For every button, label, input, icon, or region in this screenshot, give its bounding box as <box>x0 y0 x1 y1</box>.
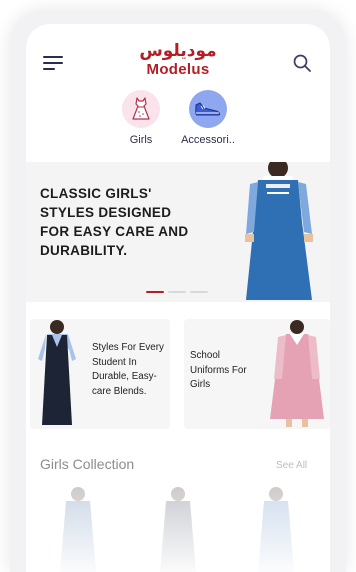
fade-overlay <box>26 486 330 572</box>
carousel-dot[interactable] <box>190 291 208 293</box>
hero-banner[interactable]: CLASSIC GIRLS' STYLES DESIGNED FOR EASY … <box>26 162 330 302</box>
search-icon[interactable] <box>292 53 312 73</box>
hamburger-menu-icon[interactable] <box>43 56 63 70</box>
girl-pink-uniform-image <box>270 320 324 427</box>
promo-text: Styles For Every Student In Durable, Eas… <box>92 342 164 397</box>
logo-english: Modelus <box>146 61 210 78</box>
girl-blue-uniform-image <box>245 162 313 300</box>
promo-card-2[interactable]: School Uniforms For Girls <box>184 319 330 429</box>
category-accessories[interactable]: Accessori.. <box>173 90 243 146</box>
app-screen: موديلوس Modelus Girls Accessori.. CLASSI… <box>26 24 330 572</box>
category-girls[interactable]: Girls <box>106 90 176 146</box>
hero-headline: CLASSIC GIRLS' STYLES DESIGNED FOR EASY … <box>40 186 189 258</box>
promo-card-1[interactable]: Styles For Every Student In Durable, Eas… <box>30 319 170 429</box>
shoe-icon <box>189 90 227 128</box>
brand-logo: موديلوس Modelus <box>116 41 240 79</box>
dress-icon <box>122 90 160 128</box>
logo-arabic: موديلوس <box>139 41 217 61</box>
see-all-link[interactable]: See All <box>276 460 307 471</box>
section-title: Girls Collection <box>40 456 135 472</box>
girl-navy-pinafore-image <box>38 320 76 425</box>
promo-text: School Uniforms For Girls <box>190 350 247 390</box>
category-label: Girls <box>129 134 153 146</box>
carousel-dot-active[interactable] <box>146 291 164 293</box>
carousel-dot[interactable] <box>168 291 186 293</box>
category-label: Accessori.. <box>181 134 235 146</box>
